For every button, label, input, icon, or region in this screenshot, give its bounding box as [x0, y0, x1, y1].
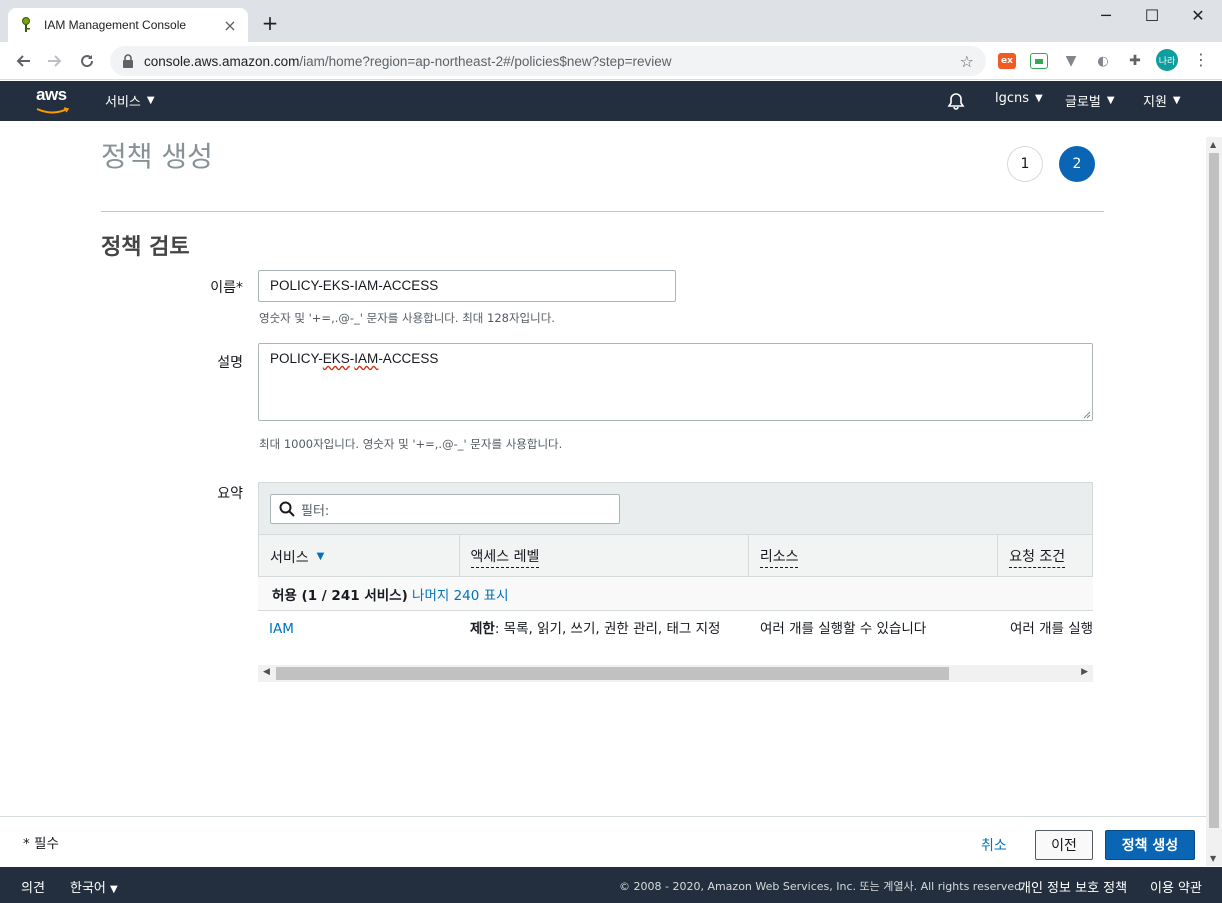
name-hint: 영숫자 및 '+=,.@-_' 문자를 사용합니다. 최대 128자입니다.	[259, 311, 555, 325]
search-icon	[279, 501, 295, 517]
scroll-up-icon[interactable]: ▲	[1210, 140, 1216, 149]
region-menu[interactable]: 글로벌 ▼	[1065, 91, 1115, 110]
close-window-icon[interactable]: ✕	[1183, 6, 1213, 25]
caret-down-icon: ▼	[1172, 95, 1181, 106]
screen-extension-icon[interactable]	[1030, 53, 1048, 69]
mouse-extension-icon[interactable]: ◐	[1094, 53, 1112, 69]
extensions-puzzle-icon[interactable]: ✚	[1126, 53, 1144, 69]
column-header-service[interactable]: 서비스 ▼	[259, 535, 460, 578]
filter-input[interactable]: 필터:	[270, 494, 620, 524]
caret-down-icon: ▼	[110, 884, 118, 895]
divider	[101, 211, 1104, 212]
privacy-policy-link[interactable]: 개인 정보 보호 정책	[1019, 877, 1127, 896]
account-menu[interactable]: lgcns ▼	[995, 91, 1043, 106]
cancel-button[interactable]: 취소	[981, 835, 1007, 855]
browser-tab[interactable]: IAM Management Console ×	[8, 8, 248, 42]
step-2-indicator: 2	[1059, 146, 1095, 182]
previous-button[interactable]: 이전	[1035, 830, 1093, 860]
table-row: IAM 제한: 목록, 읽기, 쓰기, 권한 관리, 태그 지정 여러 개를 실…	[258, 611, 1093, 665]
console-footer: 의견 한국어 ▼ © 2008 - 2020, Amazon Web Servi…	[0, 867, 1222, 903]
service-link-iam[interactable]: IAM	[269, 621, 294, 637]
vue-extension-icon[interactable]: ▼	[1062, 53, 1080, 69]
terms-link[interactable]: 이용 약관	[1150, 877, 1202, 896]
bookmark-star-icon[interactable]: ☆	[960, 52, 974, 71]
url-text: console.aws.amazon.com/iam/home?region=a…	[144, 53, 672, 69]
policy-description-textarea[interactable]: POLICY-EKS-IAM-ACCESS	[258, 343, 1093, 421]
aws-top-nav: aws 서비스 ▼ lgcns ▼ 글로벌 ▼ 지원 ▼	[0, 81, 1222, 121]
sort-descending-icon: ▼	[316, 551, 325, 562]
aws-logo[interactable]: aws	[36, 86, 72, 116]
policy-name-input[interactable]: POLICY-EKS-IAM-ACCESS	[258, 270, 676, 302]
column-header-resource[interactable]: 리소스	[749, 535, 999, 578]
profile-avatar[interactable]: 나라	[1156, 49, 1178, 71]
extension-icon[interactable]: ex	[998, 53, 1016, 69]
browser-tab-bar: IAM Management Console × + ─ ☐ ✕	[0, 0, 1222, 42]
horizontal-scrollbar[interactable]: ◀ ▶	[258, 665, 1093, 682]
new-tab-button[interactable]: +	[260, 12, 280, 34]
copyright-text: © 2008 - 2020, Amazon Web Services, Inc.…	[619, 880, 1025, 893]
caret-down-icon: ▼	[1106, 95, 1115, 106]
condition-cell: 여러 개를 실행할 수 있습니다	[1010, 621, 1093, 637]
access-level-cell: 제한: 목록, 읽기, 쓰기, 권한 관리, 태그 지정	[470, 621, 721, 637]
summary-label: 요약	[217, 486, 243, 502]
resize-handle-icon[interactable]	[1082, 410, 1091, 419]
page-title: 정책 생성	[101, 140, 213, 173]
lock-icon	[123, 54, 133, 68]
step-1-indicator[interactable]: 1	[1007, 146, 1043, 182]
scrollbar-thumb[interactable]	[1209, 153, 1219, 828]
tab-close-icon[interactable]: ×	[222, 16, 238, 35]
description-label: 설명	[217, 355, 243, 371]
browser-toolbar: console.aws.amazon.com/iam/home?region=a…	[0, 42, 1222, 80]
section-title: 정책 검토	[101, 235, 190, 260]
maximize-icon[interactable]: ☐	[1137, 6, 1167, 25]
required-note: * 필수	[23, 836, 59, 852]
minimize-icon[interactable]: ─	[1091, 6, 1121, 25]
policy-summary-table: 필터: 서비스 ▼ 액세스 레벨 리소스 요청 조건 허용 (1 / 241 서비…	[258, 482, 1093, 682]
services-menu[interactable]: 서비스 ▼	[105, 91, 155, 110]
vertical-scrollbar[interactable]: ▲ ▼	[1206, 137, 1222, 866]
column-header-condition[interactable]: 요청 조건	[998, 535, 1092, 578]
scroll-left-icon[interactable]: ◀	[263, 667, 270, 677]
browser-menu-icon[interactable]: ⋮	[1193, 49, 1209, 71]
back-icon[interactable]	[12, 50, 34, 72]
scroll-right-icon[interactable]: ▶	[1081, 667, 1088, 677]
show-remaining-link[interactable]: 나머지 240 표시	[412, 584, 508, 604]
feedback-link[interactable]: 의견	[21, 877, 45, 896]
allow-group-row: 허용 (1 / 241 서비스) 나머지 240 표시	[258, 577, 1093, 611]
forward-icon[interactable]	[44, 50, 66, 72]
language-selector[interactable]: 한국어 ▼	[70, 877, 118, 896]
resource-cell: 여러 개를 실행할 수 있습니다	[760, 621, 927, 637]
scroll-down-icon[interactable]: ▼	[1210, 854, 1216, 863]
scrollbar-thumb[interactable]	[276, 667, 949, 680]
table-header: 서비스 ▼ 액세스 레벨 리소스 요청 조건	[258, 534, 1093, 578]
main-content: 정책 생성 1 2 정책 검토 이름* POLICY-EKS-IAM-ACCES…	[0, 121, 1206, 816]
aws-smile-icon	[36, 107, 70, 114]
tab-title: IAM Management Console	[44, 18, 187, 32]
action-bar: * 필수 취소 이전 정책 생성	[0, 816, 1206, 867]
create-policy-button[interactable]: 정책 생성	[1105, 830, 1195, 860]
column-header-access-level[interactable]: 액세스 레벨	[460, 535, 749, 578]
caret-down-icon: ▼	[146, 95, 155, 106]
address-bar[interactable]: console.aws.amazon.com/iam/home?region=a…	[110, 46, 986, 76]
iam-key-icon	[18, 17, 34, 33]
reload-icon[interactable]	[76, 50, 98, 72]
support-menu[interactable]: 지원 ▼	[1143, 91, 1181, 110]
description-hint: 최대 1000자입니다. 영숫자 및 '+=,.@-_' 문자를 사용합니다.	[259, 437, 563, 451]
caret-down-icon: ▼	[1035, 93, 1043, 104]
name-label: 이름*	[210, 280, 243, 296]
filter-bar: 필터:	[258, 482, 1093, 534]
notifications-bell-icon[interactable]	[947, 92, 965, 110]
